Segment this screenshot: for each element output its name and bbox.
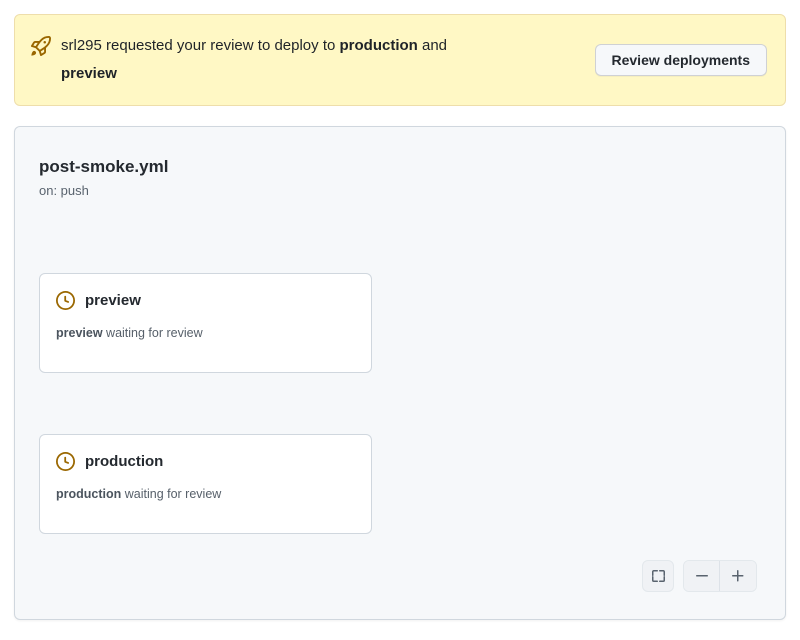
banner-text-before: requested your review to deploy to <box>102 37 340 54</box>
job-card-preview[interactable]: preview preview waiting for review <box>39 273 372 373</box>
workflow-graph-panel: post-smoke.yml on: push preview preview … <box>14 126 786 620</box>
banner-message: srl295 requested your review to deploy t… <box>61 32 447 88</box>
workflow-trigger: on: push <box>39 183 168 198</box>
job-status-rest: waiting for review <box>121 487 221 501</box>
job-status-env: production <box>56 487 121 501</box>
job-name: production <box>85 453 163 470</box>
job-status-text: production waiting for review <box>56 487 355 501</box>
minus-icon <box>694 568 710 584</box>
fullscreen-button[interactable] <box>642 560 674 592</box>
banner-text-middle: and <box>418 37 447 54</box>
env-preview-label: preview <box>61 65 117 82</box>
zoom-in-button[interactable] <box>720 561 756 591</box>
job-name: preview <box>85 292 141 309</box>
rocket-icon <box>31 36 51 56</box>
deployment-review-banner: srl295 requested your review to deploy t… <box>14 14 786 106</box>
actions-run-page: srl295 requested your review to deploy t… <box>0 0 800 640</box>
env-production-label: production <box>340 37 418 54</box>
job-card-production[interactable]: production production waiting for review <box>39 434 372 534</box>
workflow-file-name: post-smoke.yml <box>39 157 168 177</box>
job-status-text: preview waiting for review <box>56 326 355 340</box>
zoom-control-group <box>683 560 757 592</box>
clock-icon <box>56 452 75 471</box>
plus-icon <box>730 568 746 584</box>
job-status-env: preview <box>56 326 103 340</box>
review-deployments-button[interactable]: Review deployments <box>595 44 768 76</box>
fullscreen-icon <box>650 568 666 584</box>
clock-icon <box>56 291 75 310</box>
graph-controls <box>642 560 757 592</box>
workflow-header: post-smoke.yml on: push <box>39 157 168 198</box>
job-status-rest: waiting for review <box>103 326 203 340</box>
zoom-out-button[interactable] <box>684 561 720 591</box>
banner-content: srl295 requested your review to deploy t… <box>31 32 447 88</box>
job-header-row: production <box>56 452 355 471</box>
actor-login: srl295 <box>61 37 102 54</box>
job-header-row: preview <box>56 291 355 310</box>
